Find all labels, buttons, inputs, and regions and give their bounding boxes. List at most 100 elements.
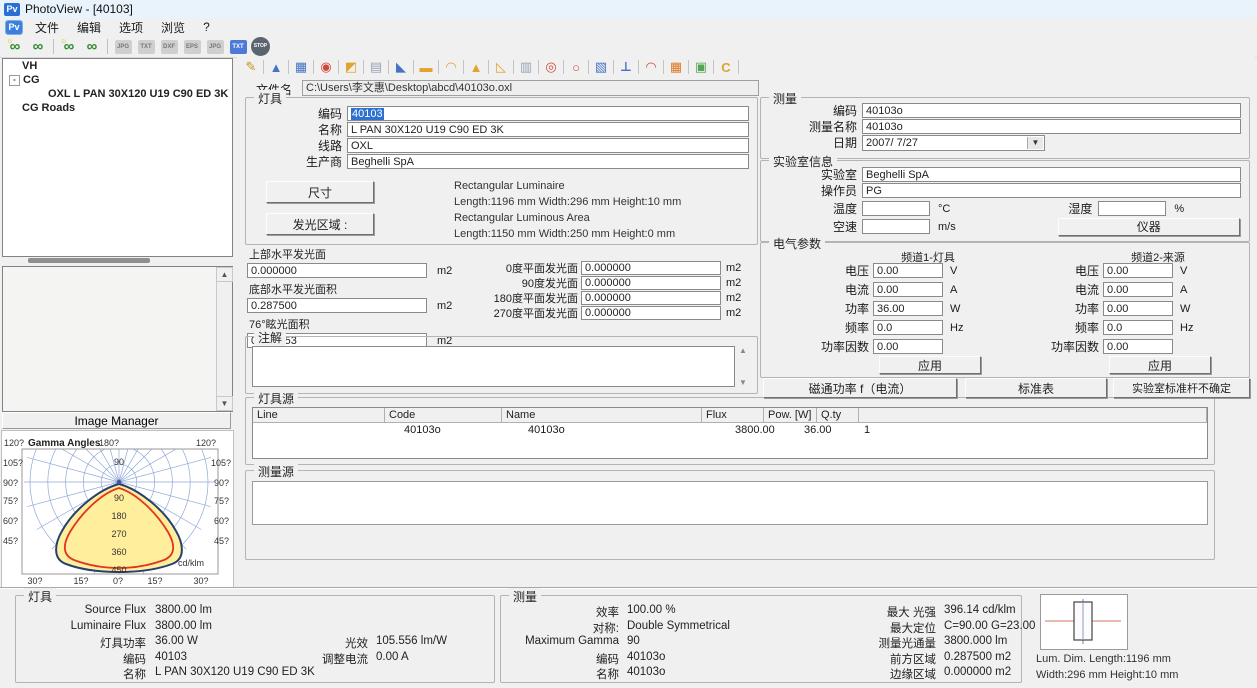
date-combobox[interactable]: 2007/ 7/27 ▼ [862,135,1045,151]
size-button[interactable]: 尺寸 [266,181,374,203]
edit-icon[interactable]: ✎ [240,59,262,76]
arc-diagram-icon[interactable]: ◠ [640,59,662,76]
image-icon[interactable]: ▣ [690,59,712,76]
ellipse-diagram-icon[interactable]: ○ [565,59,587,76]
airspeed-field[interactable] [862,219,930,234]
menu-help[interactable]: ? [194,19,219,35]
photometry-view-icon[interactable]: ∞ [28,38,48,55]
electrical-field[interactable]: 0.00 [873,263,943,278]
flux-power-button[interactable]: 磁通功率 f（电流） [763,378,957,398]
export-txt-icon[interactable]: TXT [136,38,156,55]
menu-file[interactable]: 文件 [26,18,68,37]
chevron-down-icon[interactable]: ▼ [1027,137,1043,149]
column-header[interactable]: Line [253,408,385,422]
photometric-table-icon[interactable]: ▦ [290,59,312,76]
notes-scrollbar[interactable]: ▲ ▼ [739,346,753,387]
lamp-search-icon[interactable]: ∞☼ [59,38,79,55]
cartesian-diagram-icon[interactable]: ◩ [340,59,362,76]
area-field[interactable]: 0.000000 [247,263,427,278]
menu-options[interactable]: 选项 [110,18,152,37]
column-header[interactable]: Q.ty [817,408,859,422]
luminaire-tree[interactable]: VH-CGOXL L PAN 30X120 U19 C90 ED 3KCG Ro… [2,58,233,257]
tree-expander-icon[interactable]: - [9,75,20,86]
code-field[interactable]: 40103 [347,106,749,121]
electrical-field[interactable]: 0.0 [873,320,943,335]
polar-diagram-icon[interactable]: ▲ [265,59,287,76]
stop-button[interactable]: STOP [251,37,270,56]
empty-list-box[interactable]: ▲ ▼ [2,266,233,412]
sources-table-row[interactable]: 40103o40103o3800.0036.001 [253,423,1207,437]
scroll-up-icon[interactable]: ▲ [216,267,233,282]
temperature-field[interactable] [862,201,930,216]
meas-name-field[interactable]: 40103o [862,119,1241,134]
lab-field[interactable]: Beghelli SpA [862,167,1241,182]
flux-zones-icon[interactable]: ▬ [415,59,437,76]
area-field[interactable]: 0.287500 [247,298,427,313]
matrix-icon[interactable]: ▦ [665,59,687,76]
app-menu-icon[interactable]: Pv [6,21,22,34]
cone-diagram-icon[interactable]: ▲ [465,59,487,76]
meas-code-field[interactable]: 40103o [862,103,1241,118]
column-header[interactable]: Code [385,408,502,422]
export-jpg-icon[interactable]: JPG [113,38,133,55]
column-header[interactable]: Pow. [W] [764,408,817,422]
electrical-field[interactable]: 36.00 [873,301,943,316]
electrical-field[interactable]: 0.00 [1103,263,1173,278]
plane-area-field[interactable]: 0.000000 [581,291,721,305]
scroll-down-icon[interactable]: ▼ [739,378,753,387]
tree-horizontal-scrollbar[interactable] [2,257,231,264]
tree-item[interactable]: CG Roads [3,101,232,115]
tree-item[interactable]: -CG [3,73,232,87]
menu-edit[interactable]: 编辑 [68,18,110,37]
plane-area-field[interactable]: 0.000000 [581,261,721,275]
apply-channel2-button[interactable]: 应用 [1109,356,1211,374]
scroll-down-icon[interactable]: ▼ [216,396,233,411]
export-dxf-icon[interactable]: DXF [159,38,179,55]
line-field[interactable]: OXL [347,138,749,153]
lab-standard-uncertainty-button[interactable]: 实验室标准杆不确定 [1113,378,1250,398]
electrical-field[interactable]: 0.00 [873,282,943,297]
c-diagram-icon[interactable]: C [715,59,737,76]
standard-table-button[interactable]: 标准表 [965,378,1107,398]
tree-item[interactable]: OXL L PAN 30X120 U19 C90 ED 3K [3,87,232,101]
cte-table-icon[interactable]: ▥ [515,59,537,76]
isolux-rings-icon[interactable]: ◎ [540,59,562,76]
electrical-field[interactable]: 0.0 [1103,320,1173,335]
lamp-view-icon[interactable]: ∞ [82,38,102,55]
scroll-up-icon[interactable]: ▲ [739,346,753,355]
manufacturer-field[interactable]: Beghelli SpA [347,154,749,169]
isolux-diagram-icon[interactable]: ◉ [315,59,337,76]
electrical-field[interactable]: 0.00 [873,339,943,354]
filename-field[interactable]: C:\Users\李文惠\Desktop\abcd\40103o.oxl [302,80,759,96]
operator-field[interactable]: PG [862,183,1241,198]
export-txt-file-icon[interactable]: TXT [228,38,248,55]
electrical-field[interactable]: 0.00 [1103,282,1173,297]
electrical-field[interactable]: 0.00 [1103,301,1173,316]
sources-table-header[interactable]: LineCodeNameFluxPow. [W]Q.ty [253,408,1207,423]
curve-diagram-icon[interactable]: ◺ [490,59,512,76]
humidity-field[interactable] [1098,201,1166,216]
query-table-icon[interactable]: ▧ [590,59,612,76]
menu-browse[interactable]: 浏览 [152,18,194,37]
apply-channel1-button[interactable]: 应用 [879,356,981,374]
plane-area-field[interactable]: 0.000000 [581,276,721,290]
ugr-table-icon[interactable]: ▤ [365,59,387,76]
measurement-sources-list[interactable] [252,481,1208,525]
utilization-curve-icon[interactable]: ◣ [390,59,412,76]
photometry-search-icon[interactable]: ∞☼ [5,38,25,55]
column-header[interactable]: Name [502,408,702,422]
column-header[interactable]: Flux [702,408,764,422]
section-diagram-icon[interactable]: ⊥ [615,59,637,76]
vertical-scrollbar[interactable]: ▲ ▼ [216,267,232,411]
beam-diagram-icon[interactable]: ◠ [440,59,462,76]
tree-item[interactable]: VH [3,59,232,73]
image-manager-button[interactable]: Image Manager [2,412,231,429]
electrical-field[interactable]: 0.00 [1103,339,1173,354]
plane-area-field[interactable]: 0.000000 [581,306,721,320]
notes-textarea[interactable] [252,346,735,387]
export-jpg2-icon[interactable]: JPG [205,38,225,55]
name-field[interactable]: L PAN 30X120 U19 C90 ED 3K [347,122,749,137]
instruments-button[interactable]: 仪器 [1058,218,1240,236]
export-eps-icon[interactable]: EPS [182,38,202,55]
luminous-area-button[interactable]: 发光区域 : [266,213,374,235]
